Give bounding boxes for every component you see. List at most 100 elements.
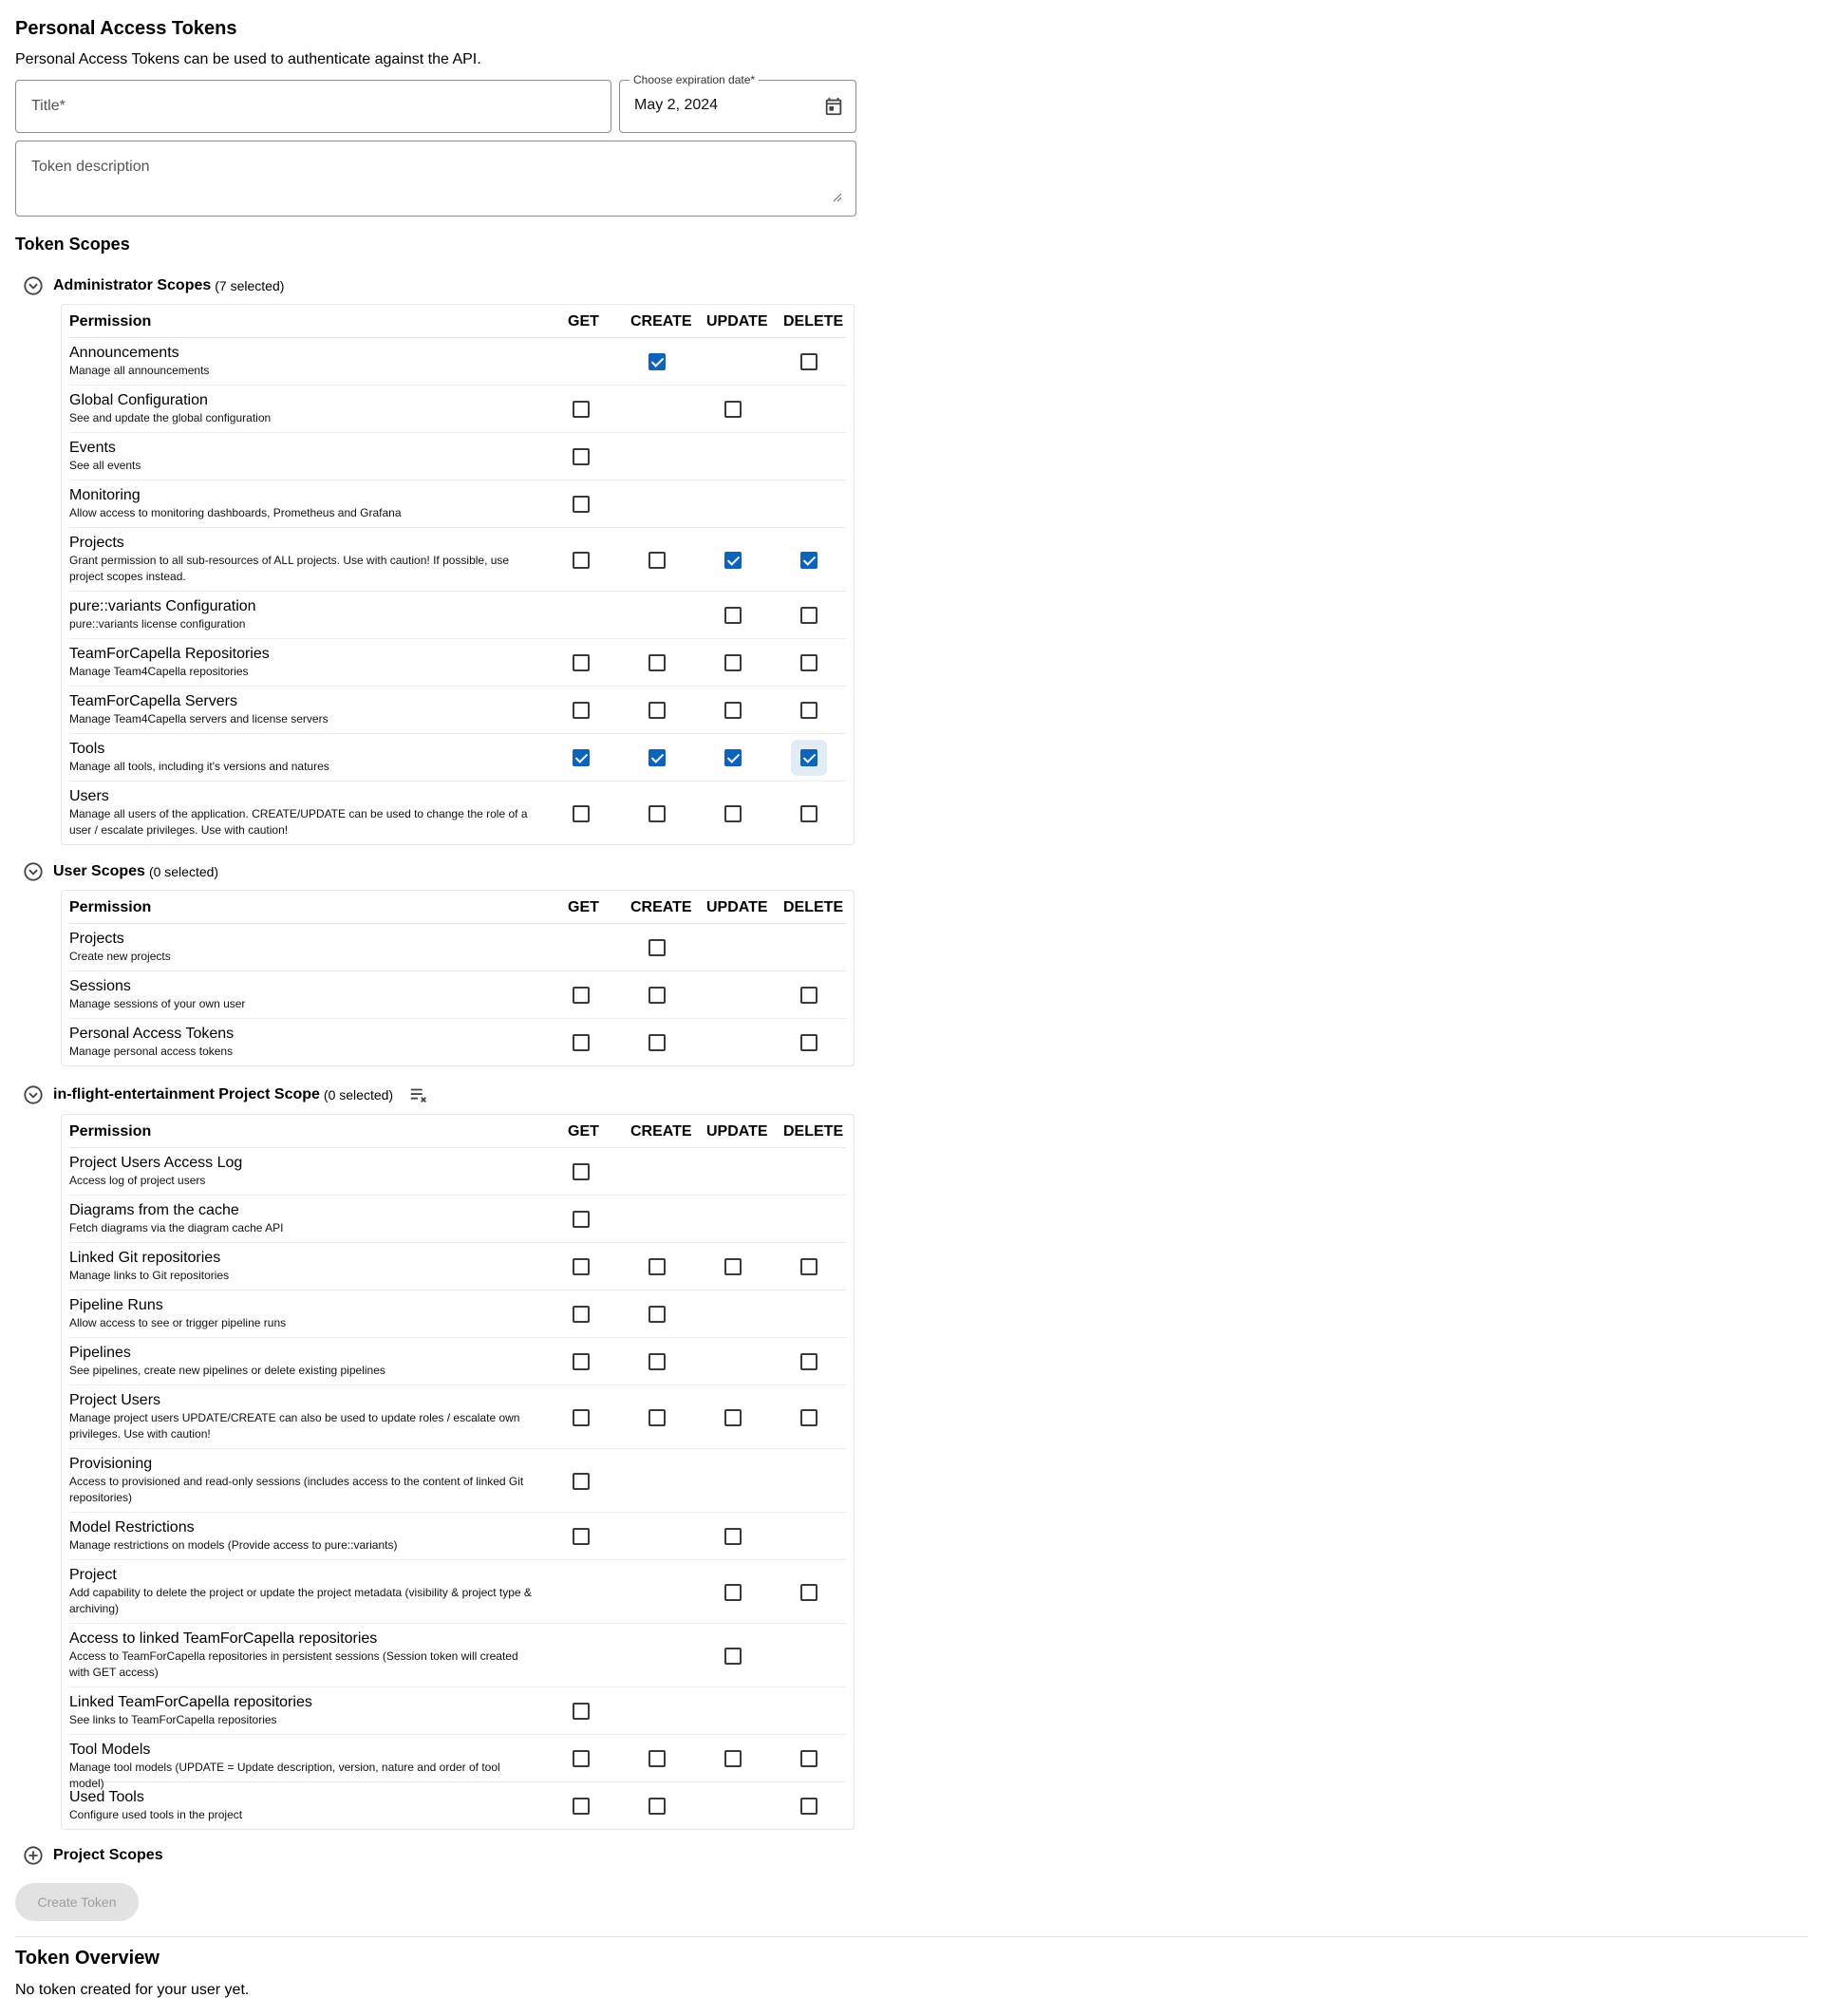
token-scopes-title: Token Scopes: [15, 235, 130, 254]
update-checkbox[interactable]: [724, 607, 742, 624]
scope-group-count: (0 selected): [148, 864, 219, 879]
get-checkbox[interactable]: [573, 1306, 590, 1323]
get-checkbox[interactable]: [573, 1409, 590, 1426]
column-permission: Permission: [69, 313, 152, 330]
get-checkbox[interactable]: [573, 1034, 590, 1051]
delete-checkbox[interactable]: [800, 654, 818, 671]
expiration-date-field[interactable]: Choose expiration date* May 2, 2024: [619, 72, 856, 133]
delete-checkbox[interactable]: [800, 353, 818, 370]
delete-checkbox[interactable]: [800, 1034, 818, 1051]
permission-row: Project Add capability to delete the proj…: [69, 1560, 846, 1624]
permission-description: Access log of project users: [69, 1174, 206, 1187]
permission-row: Monitoring Allow access to monitoring das…: [69, 480, 846, 528]
delete-checkbox[interactable]: [800, 1258, 818, 1275]
permission-name: Events: [69, 440, 116, 456]
scope-group-name: User Scopes: [53, 863, 145, 879]
get-checkbox[interactable]: [573, 702, 590, 719]
token-description-field[interactable]: Token description: [15, 141, 856, 217]
permission-name: pure::variants Configuration: [69, 598, 256, 614]
delete-checkbox[interactable]: [800, 987, 818, 1004]
create-checkbox[interactable]: [648, 1798, 666, 1815]
get-checkbox[interactable]: [573, 987, 590, 1004]
create-checkbox[interactable]: [648, 987, 666, 1004]
update-checkbox[interactable]: [724, 1258, 742, 1275]
update-checkbox[interactable]: [724, 401, 742, 418]
get-checkbox[interactable]: [573, 401, 590, 418]
get-checkbox[interactable]: [573, 1211, 590, 1228]
get-checkbox[interactable]: [573, 654, 590, 671]
delete-checkbox[interactable]: [800, 552, 818, 569]
permission-description: Manage Team4Capella repositories: [69, 665, 249, 678]
delete-checkbox[interactable]: [800, 1584, 818, 1601]
delete-checkbox[interactable]: [800, 1750, 818, 1767]
update-checkbox[interactable]: [724, 1750, 742, 1767]
delete-checkbox[interactable]: [800, 1353, 818, 1370]
create-checkbox[interactable]: [648, 1306, 666, 1323]
chevron-circle-icon[interactable]: [23, 275, 44, 296]
delete-checkbox[interactable]: [800, 607, 818, 624]
create-checkbox[interactable]: [648, 1409, 666, 1426]
get-checkbox[interactable]: [573, 496, 590, 513]
create-checkbox[interactable]: [648, 939, 666, 956]
get-checkbox[interactable]: [573, 1528, 590, 1545]
create-checkbox[interactable]: [648, 1353, 666, 1370]
scope-group-header[interactable]: in-flight-entertainment Project Scope (0 …: [23, 1083, 429, 1106]
scope-group-count: (0 selected): [323, 1087, 394, 1102]
delete-checkbox[interactable]: [800, 1798, 818, 1815]
get-checkbox[interactable]: [573, 552, 590, 569]
chevron-circle-icon[interactable]: [23, 861, 44, 882]
permission-row: TeamForCapella Repositories Manage Team4C…: [69, 639, 846, 687]
permission-row: Model Restrictions Manage restrictions on…: [69, 1513, 846, 1560]
clear-all-icon[interactable]: [408, 1084, 429, 1105]
permission-row: Events See all events: [69, 433, 846, 480]
calendar-icon[interactable]: [823, 95, 844, 118]
project-scopes-label: Project Scopes: [53, 1847, 163, 1863]
update-checkbox[interactable]: [724, 805, 742, 822]
scope-table: Permission GET CREATE UPDATE DELETE Announcem…: [61, 304, 855, 845]
create-checkbox[interactable]: [648, 1750, 666, 1767]
create-checkbox[interactable]: [648, 552, 666, 569]
create-checkbox[interactable]: [648, 702, 666, 719]
get-checkbox[interactable]: [573, 749, 590, 766]
get-checkbox[interactable]: [573, 1258, 590, 1275]
delete-checkbox[interactable]: [800, 749, 818, 766]
create-token-button[interactable]: Create Token: [15, 1883, 139, 1921]
permission-name: Projects: [69, 931, 124, 947]
update-checkbox[interactable]: [724, 1409, 742, 1426]
permission-name: Project Users: [69, 1392, 161, 1408]
resize-grip-icon[interactable]: [833, 193, 842, 202]
get-checkbox[interactable]: [573, 805, 590, 822]
permission-row: Sessions Manage sessions of your own user: [69, 971, 846, 1019]
create-checkbox[interactable]: [648, 654, 666, 671]
update-checkbox[interactable]: [724, 1528, 742, 1545]
get-checkbox[interactable]: [573, 1163, 590, 1180]
get-checkbox[interactable]: [573, 1473, 590, 1490]
get-checkbox[interactable]: [573, 1353, 590, 1370]
create-checkbox[interactable]: [648, 805, 666, 822]
delete-checkbox[interactable]: [800, 702, 818, 719]
permission-name: Users: [69, 788, 109, 804]
scope-group-header[interactable]: Administrator Scopes (7 selected): [23, 274, 284, 297]
create-checkbox[interactable]: [648, 353, 666, 370]
update-checkbox[interactable]: [724, 702, 742, 719]
get-checkbox[interactable]: [573, 448, 590, 465]
delete-checkbox[interactable]: [800, 1409, 818, 1426]
get-checkbox[interactable]: [573, 1798, 590, 1815]
update-checkbox[interactable]: [724, 1648, 742, 1665]
scope-group-header[interactable]: User Scopes (0 selected): [23, 860, 218, 883]
create-checkbox[interactable]: [648, 1258, 666, 1275]
get-checkbox[interactable]: [573, 1750, 590, 1767]
get-checkbox[interactable]: [573, 1703, 590, 1720]
plus-circle-icon[interactable]: [23, 1845, 44, 1866]
create-checkbox[interactable]: [648, 1034, 666, 1051]
permission-row: Tools Manage all tools, including it's ve…: [69, 734, 846, 782]
title-field[interactable]: Title*: [15, 80, 611, 133]
project-scopes-header[interactable]: Project Scopes: [23, 1844, 163, 1867]
update-checkbox[interactable]: [724, 1584, 742, 1601]
chevron-circle-icon[interactable]: [23, 1084, 44, 1105]
update-checkbox[interactable]: [724, 654, 742, 671]
create-checkbox[interactable]: [648, 749, 666, 766]
update-checkbox[interactable]: [724, 552, 742, 569]
update-checkbox[interactable]: [724, 749, 742, 766]
delete-checkbox[interactable]: [800, 805, 818, 822]
